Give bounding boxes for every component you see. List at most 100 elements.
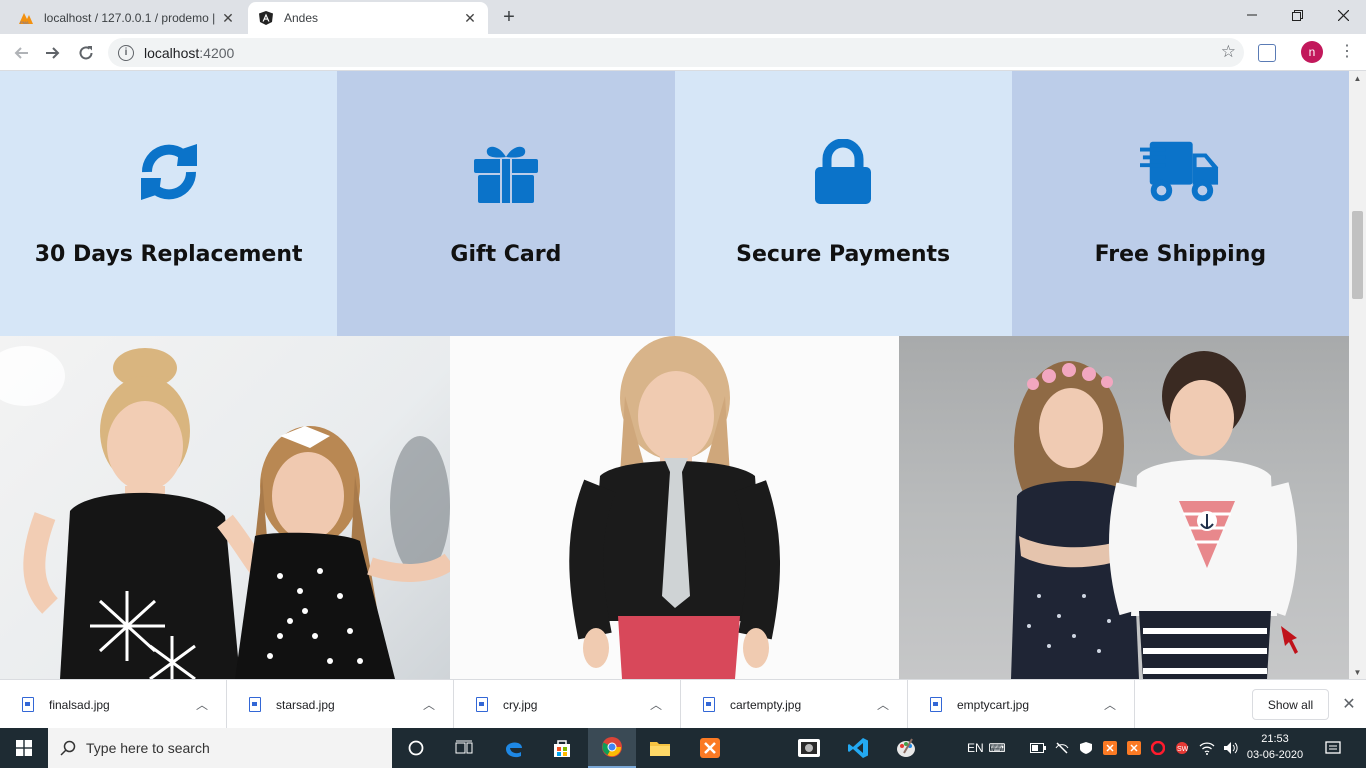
reload-button[interactable] bbox=[73, 40, 99, 66]
taskbar-app-icon[interactable] bbox=[785, 728, 833, 768]
windows-start-button[interactable] bbox=[0, 728, 48, 768]
close-shelf-icon[interactable]: ✕ bbox=[1339, 694, 1359, 714]
store-icon[interactable] bbox=[538, 728, 586, 768]
clock-time: 21:53 bbox=[1261, 733, 1289, 745]
network-off-icon[interactable] bbox=[1051, 728, 1073, 768]
vscode-icon[interactable] bbox=[834, 728, 882, 768]
photo-boy-tie[interactable] bbox=[450, 336, 899, 679]
profile-avatar[interactable]: n bbox=[1301, 41, 1323, 63]
image-file-icon bbox=[930, 697, 942, 712]
feature-replacement: 30 Days Replacement bbox=[0, 71, 338, 336]
gift-icon bbox=[466, 138, 546, 206]
feature-gift-card: Gift Card bbox=[337, 71, 675, 336]
volume-icon[interactable] bbox=[1220, 728, 1242, 768]
xampp-icon[interactable] bbox=[686, 728, 734, 768]
features-strip: 30 Days Replacement Gift Card Secure Pay… bbox=[0, 71, 1349, 336]
security-icon[interactable] bbox=[1075, 728, 1097, 768]
download-filename: finalsad.jpg bbox=[49, 697, 110, 712]
download-item[interactable]: emptycart.jpg ︿ bbox=[908, 680, 1135, 729]
download-filename: cry.jpg bbox=[503, 697, 538, 712]
download-filename: starsad.jpg bbox=[276, 697, 335, 712]
wifi-icon[interactable] bbox=[1196, 728, 1218, 768]
photo-girl-and-boy[interactable] bbox=[899, 336, 1349, 679]
feature-label: Secure Payments bbox=[736, 242, 951, 267]
chevron-up-icon[interactable]: ︿ bbox=[1098, 696, 1122, 713]
bookmark-star-icon[interactable]: ☆ bbox=[1221, 42, 1236, 62]
browser-menu-icon[interactable]: ⋮ bbox=[1337, 42, 1357, 62]
taskbar-clock[interactable]: 21:53 03-06-2020 bbox=[1244, 731, 1306, 763]
feature-secure-payments: Secure Payments bbox=[674, 71, 1012, 336]
photo-two-girls[interactable] bbox=[0, 336, 450, 679]
notification-center-icon[interactable] bbox=[1318, 728, 1348, 768]
download-item[interactable]: starsad.jpg ︿ bbox=[227, 680, 454, 729]
tab-andes[interactable]: Andes ✕ bbox=[248, 2, 488, 34]
show-all-button[interactable]: Show all bbox=[1252, 689, 1329, 720]
scroll-up-arrow-icon[interactable]: ▲ bbox=[1349, 71, 1366, 85]
angular-icon bbox=[258, 10, 274, 26]
page-scrollbar[interactable]: ▲ ▼ bbox=[1349, 71, 1366, 679]
extension-icon[interactable] bbox=[1258, 44, 1276, 62]
chevron-up-icon[interactable]: ︿ bbox=[190, 696, 214, 713]
feature-free-shipping: Free Shipping bbox=[1011, 71, 1349, 336]
edge-browser-icon[interactable] bbox=[490, 728, 538, 768]
chevron-up-icon[interactable]: ︿ bbox=[871, 696, 895, 713]
tab-phpmyadmin[interactable]: PMA localhost / 127.0.0.1 / prodemo | ✕ bbox=[8, 2, 246, 34]
back-button[interactable] bbox=[8, 40, 34, 66]
taskbar-search-input[interactable]: Type here to search bbox=[48, 728, 392, 768]
windows-taskbar: Type here to search EN ⌨ SW 21:53 03-06-… bbox=[0, 728, 1366, 768]
download-filename: cartempty.jpg bbox=[730, 697, 802, 712]
file-explorer-icon[interactable] bbox=[636, 728, 684, 768]
forward-button[interactable] bbox=[40, 40, 66, 66]
feature-label: Free Shipping bbox=[1094, 242, 1267, 267]
task-view-icon[interactable] bbox=[440, 728, 488, 768]
tab-strip: PMA localhost / 127.0.0.1 / prodemo | ✕ … bbox=[0, 0, 1366, 34]
scroll-down-arrow-icon[interactable]: ▼ bbox=[1349, 665, 1366, 679]
minimize-button[interactable] bbox=[1229, 0, 1275, 30]
opera-icon[interactable] bbox=[1147, 728, 1169, 768]
address-bar[interactable]: i localhost:4200 ☆ bbox=[108, 38, 1244, 67]
chevron-up-icon[interactable]: ︿ bbox=[417, 696, 441, 713]
close-window-button[interactable] bbox=[1320, 0, 1366, 30]
feature-label: 30 Days Replacement bbox=[34, 242, 303, 267]
svg-text:SW: SW bbox=[1177, 746, 1189, 753]
lock-icon bbox=[803, 138, 883, 206]
info-icon[interactable]: i bbox=[118, 44, 134, 61]
svg-text:PMA: PMA bbox=[20, 20, 29, 25]
xampp-tray-icon[interactable] bbox=[1099, 728, 1121, 768]
sync-icon bbox=[129, 138, 209, 206]
image-file-icon bbox=[476, 697, 488, 712]
download-item[interactable]: finalsad.jpg ︿ bbox=[0, 680, 227, 729]
truck-icon bbox=[1140, 138, 1220, 206]
search-icon bbox=[60, 740, 76, 756]
close-tab-icon[interactable]: ✕ bbox=[462, 10, 478, 26]
search-placeholder: Type here to search bbox=[86, 740, 210, 756]
download-item[interactable]: cry.jpg ︿ bbox=[454, 680, 681, 729]
image-file-icon bbox=[22, 697, 34, 712]
restore-button[interactable] bbox=[1274, 0, 1320, 30]
download-shelf: finalsad.jpg ︿ starsad.jpg ︿ cry.jpg ︿ c… bbox=[0, 679, 1366, 729]
xampp-tray-icon-2[interactable] bbox=[1123, 728, 1145, 768]
language-indicator[interactable]: EN bbox=[967, 728, 984, 768]
sw-tray-icon[interactable]: SW bbox=[1171, 728, 1193, 768]
chevron-up-icon[interactable]: ︿ bbox=[644, 696, 668, 713]
paint-icon[interactable] bbox=[882, 728, 930, 768]
keyboard-icon[interactable]: ⌨ bbox=[985, 728, 1009, 768]
clock-date: 03-06-2020 bbox=[1246, 749, 1304, 761]
photo-banner bbox=[0, 336, 1349, 679]
download-filename: emptycart.jpg bbox=[957, 697, 1030, 712]
scroll-thumb[interactable] bbox=[1352, 211, 1363, 299]
tab-title: Andes bbox=[284, 11, 319, 25]
new-tab-button[interactable]: + bbox=[498, 6, 520, 28]
close-tab-icon[interactable]: ✕ bbox=[220, 10, 236, 26]
browser-toolbar: i localhost:4200 ☆ bbox=[0, 34, 1366, 71]
url-text: localhost:4200 bbox=[144, 44, 235, 61]
download-item[interactable]: cartempty.jpg ︿ bbox=[681, 680, 908, 729]
image-file-icon bbox=[249, 697, 261, 712]
chrome-icon[interactable] bbox=[588, 728, 636, 768]
cortana-icon[interactable] bbox=[392, 728, 440, 768]
battery-icon[interactable] bbox=[1027, 728, 1049, 768]
image-file-icon bbox=[703, 697, 715, 712]
tab-title: localhost / 127.0.0.1 / prodemo | bbox=[44, 11, 216, 25]
phpmyadmin-icon: PMA bbox=[18, 10, 34, 26]
feature-label: Gift Card bbox=[450, 242, 562, 267]
